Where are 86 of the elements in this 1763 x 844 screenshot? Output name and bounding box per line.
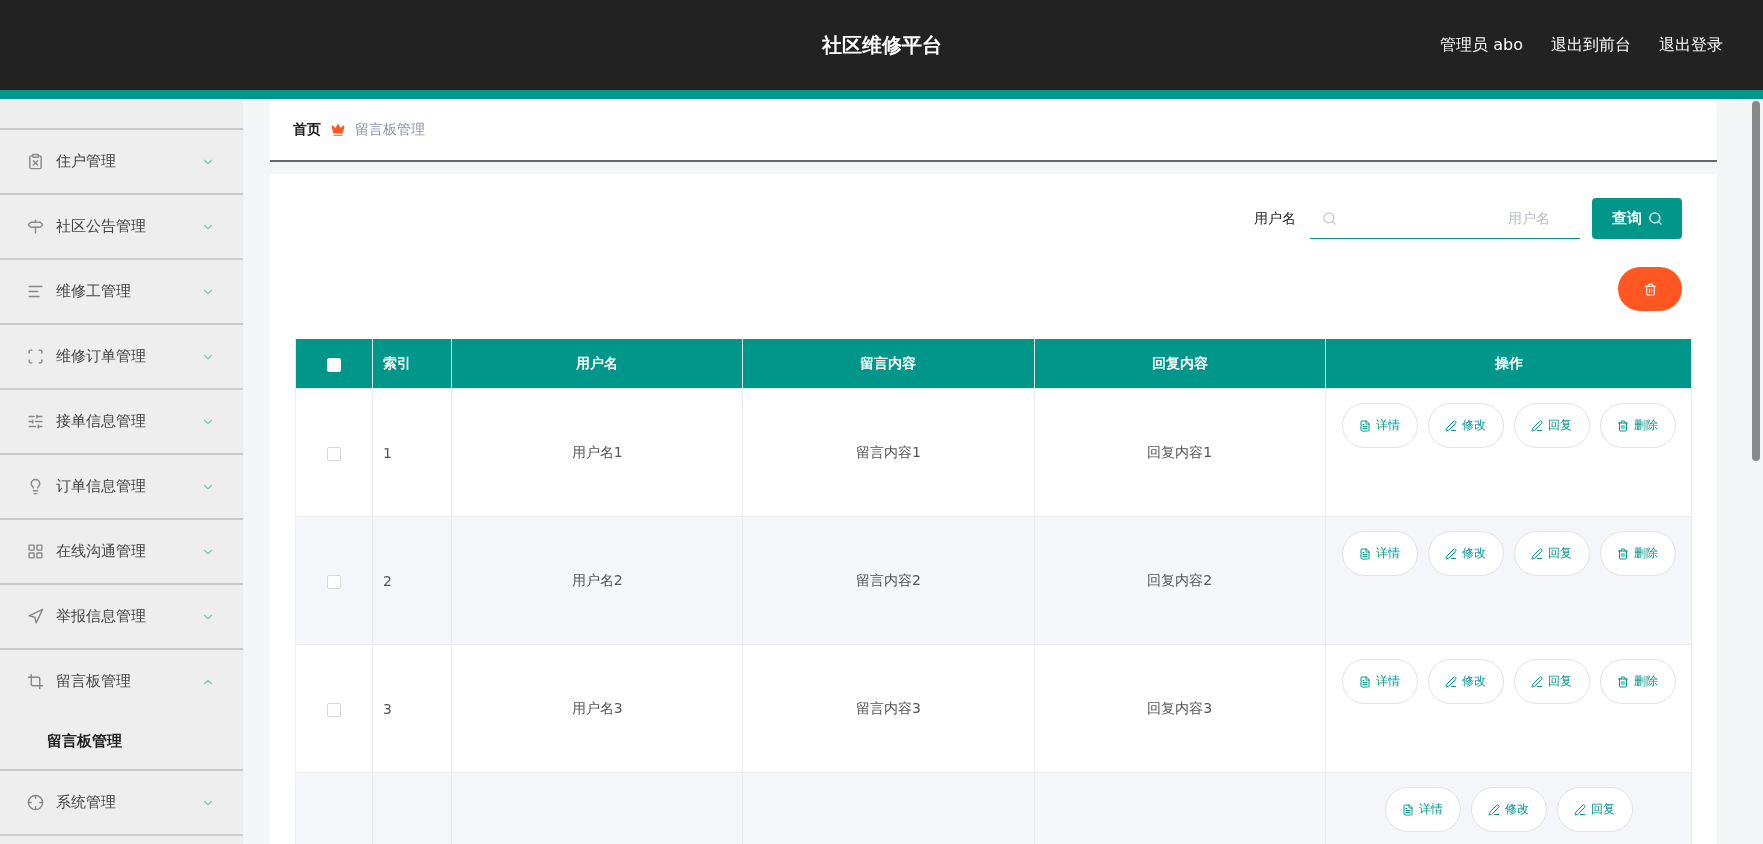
table-cell: 回复内容2 [1147, 571, 1213, 588]
search-label: 用户名 [1254, 209, 1296, 228]
action-button[interactable]: 删除 [1599, 403, 1676, 448]
delete-button[interactable] [1618, 267, 1682, 311]
pencil-icon [1488, 803, 1500, 816]
query-button[interactable]: 查询 [1592, 198, 1682, 239]
column-header: 操作 [1325, 339, 1692, 389]
search-field[interactable]: 用户名 [1310, 198, 1580, 239]
table-cell: 用户名3 [571, 699, 623, 716]
crosshair-icon [27, 794, 44, 811]
pencil-icon [1531, 547, 1543, 560]
column-header: 索引 [372, 339, 452, 389]
trash-icon [1617, 547, 1629, 560]
sidebar-subitem[interactable]: 留言板管理 [0, 713, 243, 769]
clipboard-icon [27, 153, 44, 170]
send-arrow-icon [27, 608, 44, 625]
action-button[interactable]: 修改 [1470, 787, 1547, 832]
action-button[interactable]: 删除 [1599, 659, 1676, 704]
action-button[interactable]: 回复 [1513, 403, 1590, 448]
table-cell: 3 [383, 700, 392, 717]
document-icon [1359, 547, 1371, 560]
column-header: 回复内容 [1034, 339, 1326, 389]
row-checkbox[interactable] [327, 446, 341, 461]
sidebar-item[interactable]: 维修订单管理 [0, 325, 243, 388]
sliders-icon [27, 413, 44, 430]
action-button[interactable]: 详情 [1341, 403, 1418, 448]
table-cell: 1 [383, 444, 392, 461]
table-cell: 留言内容2 [856, 571, 921, 588]
sidebar-item[interactable]: 举报信息管理 [0, 585, 243, 648]
action-button[interactable]: 详情 [1384, 787, 1461, 832]
trash-icon [1643, 282, 1657, 296]
header-link[interactable]: 管理员 abo [1440, 34, 1523, 56]
crop-icon [27, 673, 44, 690]
table-cell: 留言内容3 [856, 699, 921, 716]
action-button[interactable]: 详情 [1341, 531, 1418, 576]
sidebar-item[interactable]: 留言板管理 [0, 650, 243, 713]
table-cell: 留言内容1 [856, 443, 921, 460]
sidebar-item[interactable]: 接单信息管理 [0, 390, 243, 453]
table-cell: 回复内容1 [1147, 443, 1213, 460]
pencil-icon [1531, 419, 1543, 432]
action-button[interactable]: 回复 [1513, 531, 1590, 576]
trash-icon [1617, 419, 1629, 432]
breadcrumb-current: 留言板管理 [355, 120, 425, 139]
row-checkbox[interactable] [327, 574, 341, 589]
scrollbar-thumb[interactable] [1752, 101, 1760, 461]
sidebar-item[interactable]: 在线沟通管理 [0, 520, 243, 583]
sidebar-item[interactable]: 订单信息管理 [0, 455, 243, 518]
pencil-icon [1445, 419, 1457, 432]
header-link[interactable]: 退出到前台 [1551, 34, 1631, 56]
sidebar-item[interactable]: 社区公告管理 [0, 195, 243, 258]
action-button[interactable]: 回复 [1556, 787, 1633, 832]
sidebar-item[interactable]: 系统管理 [0, 771, 243, 834]
grid-icon [27, 543, 44, 560]
pencil-icon [1574, 803, 1586, 816]
list-icon [27, 283, 44, 300]
search-icon [1647, 211, 1663, 226]
action-button[interactable]: 修改 [1427, 659, 1504, 704]
trash-icon [1617, 675, 1629, 688]
app-title: 社区维修平台 [821, 32, 942, 57]
action-button[interactable]: 删除 [1599, 531, 1676, 576]
crown-icon [331, 122, 345, 137]
document-icon [1402, 803, 1414, 816]
table-cell: 回复内容3 [1147, 699, 1213, 716]
table-cell: 用户名2 [571, 571, 623, 588]
action-button[interactable]: 修改 [1427, 403, 1504, 448]
document-icon [1359, 419, 1371, 432]
breadcrumb-home[interactable]: 首页 [293, 120, 321, 139]
pencil-icon [1531, 675, 1543, 688]
action-button[interactable]: 详情 [1341, 659, 1418, 704]
signpost-icon [27, 218, 44, 235]
sidebar-item[interactable]: 住户管理 [0, 130, 243, 193]
column-header: 留言内容 [742, 339, 1035, 389]
row-checkbox[interactable] [327, 702, 341, 717]
select-all-checkbox[interactable] [327, 357, 341, 372]
table-cell: 用户名1 [571, 443, 623, 460]
action-button[interactable]: 修改 [1427, 531, 1504, 576]
search-icon [1322, 210, 1337, 226]
pencil-icon [1445, 675, 1457, 688]
table-cell: 2 [383, 572, 392, 589]
sidebar-item[interactable]: 维修工管理 [0, 260, 243, 323]
document-icon [1359, 675, 1371, 688]
scan-frame-icon [27, 348, 44, 365]
column-header: 用户名 [451, 339, 743, 389]
action-button[interactable]: 回复 [1513, 659, 1590, 704]
pencil-icon [1445, 547, 1457, 560]
header-link[interactable]: 退出登录 [1659, 34, 1723, 56]
